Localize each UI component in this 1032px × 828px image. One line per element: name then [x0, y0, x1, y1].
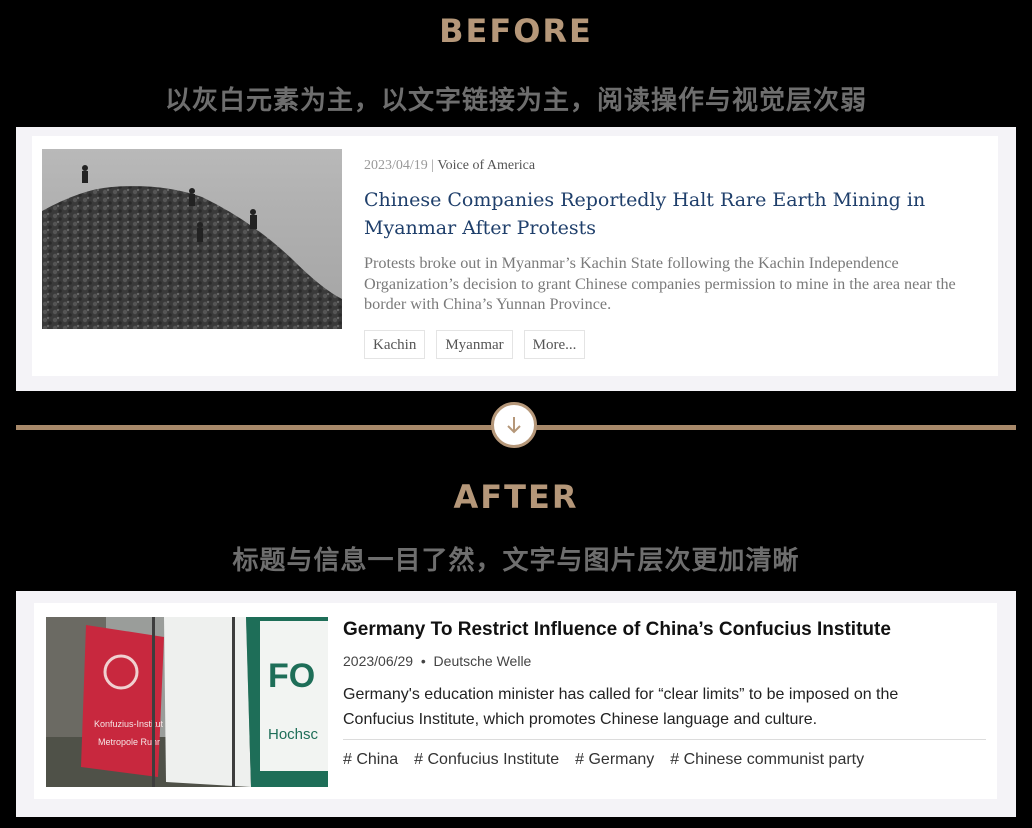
before-heading: BEFORE: [439, 12, 593, 50]
tag-kachin[interactable]: Kachin: [364, 330, 426, 359]
news-thumbnail-mining[interactable]: [42, 149, 342, 329]
after-heading: AFTER: [453, 478, 579, 516]
tag-germany[interactable]: # Germany: [575, 751, 654, 769]
article-source[interactable]: Voice of America: [437, 158, 535, 173]
flag-text-2: Metropole Ruhr: [98, 737, 160, 747]
tag-myanmar[interactable]: Myanmar: [436, 330, 513, 359]
news-thumbnail-confucius[interactable]: Konfuzius-Institut Metropole Ruhr FO Hoc…: [46, 617, 328, 787]
meta-separator: |: [431, 158, 435, 173]
flag-text-3: FO: [268, 657, 315, 695]
meta-bullet: •: [420, 653, 426, 669]
arrow-down-icon: [491, 402, 537, 448]
after-subtitle: 标题与信息一目了然，文字与图片层次更加清晰: [232, 546, 800, 576]
tag-confucius-institute[interactable]: # Confucius Institute: [414, 751, 559, 769]
article-title[interactable]: Germany To Restrict Influence of China’s…: [343, 619, 891, 641]
tag-more[interactable]: More...: [523, 330, 586, 359]
tag-china[interactable]: # China: [343, 751, 398, 769]
article-meta: 2023/06/29 • Deutsche Welle: [343, 653, 531, 669]
article-source[interactable]: Deutsche Welle: [434, 653, 532, 669]
article-description: Protests broke out in Myanmar’s Kachin S…: [364, 254, 956, 313]
tag-list: Kachin Myanmar More...: [364, 330, 586, 359]
article-description: Germany's education minister has called …: [343, 686, 899, 728]
card-separator: [343, 739, 986, 740]
article-title[interactable]: Chinese Companies Reportedly Halt Rare E…: [364, 186, 964, 242]
article-date: 2023/06/29: [343, 653, 414, 669]
article-date: 2023/04/19: [364, 158, 428, 173]
tag-list: # China # Confucius Institute # Germany …: [343, 751, 864, 769]
tag-chinese-communist-party[interactable]: # Chinese communist party: [670, 751, 864, 769]
mining-photo-illustration: [42, 165, 342, 329]
flags-photo-illustration: Konfuzius-Institut Metropole Ruhr FO Hoc…: [46, 617, 328, 787]
article-meta: 2023/04/19 | Voice of America: [364, 158, 535, 174]
before-subtitle: 以灰白元素为主，以文字链接为主，阅读操作与视觉层次弱: [164, 86, 867, 116]
flag-text-4: Hochsc: [268, 726, 319, 743]
